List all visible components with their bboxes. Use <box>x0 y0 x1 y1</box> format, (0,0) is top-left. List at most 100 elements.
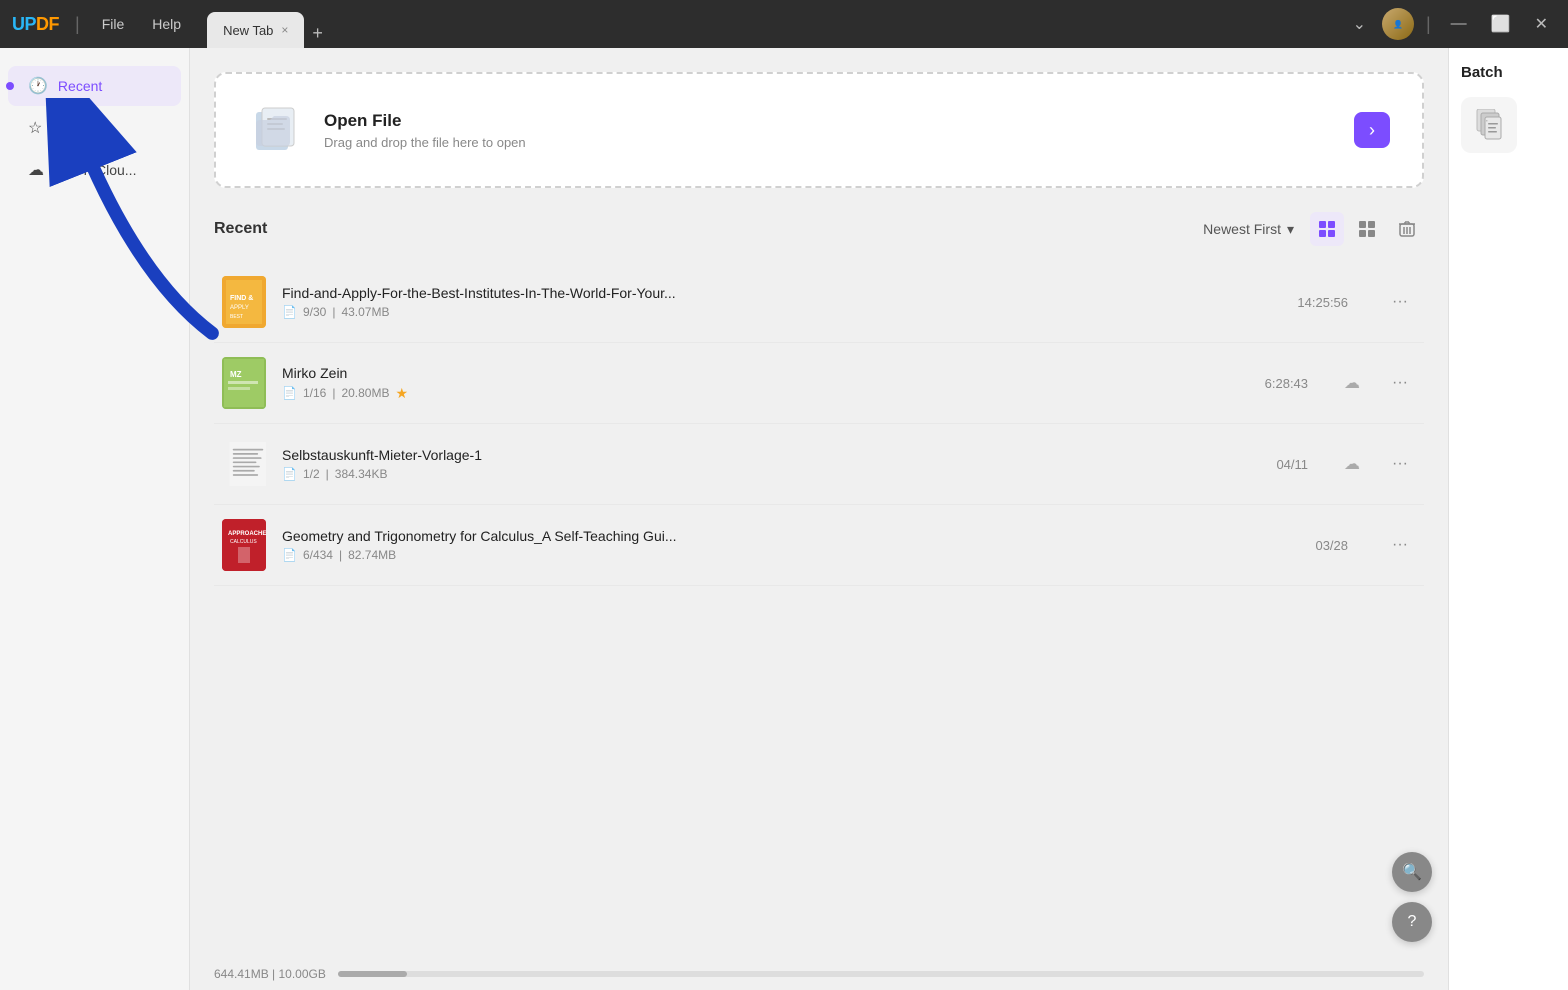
cloud-upload-icon-3: ☁ <box>1344 454 1360 474</box>
file-name-3: Selbstauskunft-Mieter-Vorlage-1 <box>282 447 1260 463</box>
menu-file[interactable]: File <box>92 12 135 36</box>
tab-close-btn[interactable]: × <box>281 23 288 37</box>
file-thumb-3 <box>222 438 266 490</box>
batch-panel: Batch <box>1448 48 1568 990</box>
recent-icon: 🕐 <box>28 76 48 96</box>
title-sep: | <box>75 14 80 35</box>
thumb-img-4: APPROACHES CALCULUS <box>222 519 266 571</box>
sort-button[interactable]: Newest First ▾ <box>1203 221 1294 238</box>
search-float-btn[interactable]: 🔍 <box>1392 852 1432 892</box>
close-btn[interactable]: ✕ <box>1527 10 1556 38</box>
app-logo: UPDF <box>12 14 59 35</box>
avatar[interactable]: 👤 <box>1382 8 1414 40</box>
more-btn-4[interactable]: ··· <box>1384 532 1416 558</box>
file-pages-1: 9/30 <box>303 305 326 319</box>
view-grid-small-btn[interactable] <box>1310 212 1344 246</box>
open-file-subtitle: Drag and drop the file here to open <box>324 135 526 150</box>
file-info-3: Selbstauskunft-Mieter-Vorlage-1 📄 1/2 | … <box>282 447 1260 481</box>
file-size-4: 82.74MB <box>348 548 396 562</box>
batch-title: Batch <box>1461 64 1556 81</box>
file-list: FIND & APPLY BEST Find-and-Apply-For-the… <box>214 262 1424 586</box>
file-icon-wrapper <box>248 102 304 158</box>
delete-btn[interactable] <box>1390 212 1424 246</box>
file-item[interactable]: MZ Mirko Zein 📄 1/16 | 20.80MB ★ 6: <box>214 343 1424 424</box>
grid-large-icon <box>1358 220 1376 238</box>
file-item[interactable]: APPROACHES CALCULUS Geometry and Trigono… <box>214 505 1424 586</box>
recent-header: Recent Newest First ▾ <box>214 212 1424 246</box>
dropdown-btn[interactable]: ⌄ <box>1345 10 1374 38</box>
tab-label: New Tab <box>223 23 273 38</box>
sort-arrow-icon: ▾ <box>1287 221 1294 238</box>
open-file-arrow-btn[interactable]: › <box>1354 112 1390 148</box>
more-btn-2[interactable]: ··· <box>1384 370 1416 396</box>
maximize-btn[interactable]: ⬜ <box>1483 10 1519 38</box>
thumb-img-1: FIND & APPLY BEST <box>222 276 266 328</box>
storage-text: 644.41MB | 10.00GB <box>214 967 326 981</box>
file-open-icon <box>248 102 304 158</box>
file-name-4: Geometry and Trigonometry for Calculus_A… <box>282 528 1299 544</box>
storage-progress-fill <box>338 971 408 977</box>
cloud-icon: ☁ <box>28 160 44 180</box>
recent-controls: Newest First ▾ <box>1203 212 1424 246</box>
file-size-2: 20.80MB <box>341 386 389 400</box>
open-file-title: Open File <box>324 111 526 131</box>
view-grid-large-btn[interactable] <box>1350 212 1384 246</box>
new-tab-button[interactable]: + <box>304 19 331 48</box>
thumb-img-3 <box>226 442 266 486</box>
svg-text:APPROACHES: APPROACHES <box>228 531 266 537</box>
sidebar-item-starred-label: Starred <box>52 120 98 136</box>
file-date-2: 6:28:43 <box>1265 376 1308 391</box>
main-container: 🕐 Recent ☆ Starred ☁ UPDF Clou... <box>0 48 1568 990</box>
active-dot <box>6 82 14 90</box>
file-info-2: Mirko Zein 📄 1/16 | 20.80MB ★ <box>282 365 1249 402</box>
file-thumb-4: APPROACHES CALCULUS <box>222 519 266 571</box>
starred-icon: ☆ <box>28 118 42 138</box>
content-area: Open File Drag and drop the file here to… <box>190 48 1448 990</box>
open-file-box[interactable]: Open File Drag and drop the file here to… <box>214 72 1424 188</box>
file-pages-2: 1/16 <box>303 386 326 400</box>
sidebar-item-recent[interactable]: 🕐 Recent <box>8 66 181 106</box>
batch-icon-btn[interactable] <box>1461 97 1517 153</box>
tab-new[interactable]: New Tab × <box>207 12 304 48</box>
file-pages-4: 6/434 <box>303 548 333 562</box>
sidebar-item-cloud[interactable]: ☁ UPDF Clou... <box>8 150 181 190</box>
open-file-text: Open File Drag and drop the file here to… <box>324 111 526 150</box>
file-pages-3: 1/2 <box>303 467 320 481</box>
page-icon-4: 📄 <box>282 548 297 562</box>
menu-help[interactable]: Help <box>142 12 191 36</box>
file-meta-3: 📄 1/2 | 384.34KB <box>282 467 1260 481</box>
cloud-upload-icon-2: ☁ <box>1344 373 1360 393</box>
file-thumb-1: FIND & APPLY BEST <box>222 276 266 328</box>
svg-text:MZ: MZ <box>230 370 242 379</box>
trash-icon <box>1399 220 1415 238</box>
sidebar-item-recent-container: 🕐 Recent <box>0 66 189 106</box>
file-meta-2: 📄 1/16 | 20.80MB ★ <box>282 385 1249 402</box>
file-date-1: 14:25:56 <box>1297 295 1348 310</box>
sidebar-item-starred[interactable]: ☆ Starred <box>8 108 181 148</box>
more-btn-3[interactable]: ··· <box>1384 451 1416 477</box>
storage-progress-bar <box>338 971 1424 977</box>
sidebar-item-cloud-label: UPDF Clou... <box>54 162 136 178</box>
sidebar: 🕐 Recent ☆ Starred ☁ UPDF Clou... <box>0 48 190 990</box>
tabs-area: New Tab × + <box>207 0 331 48</box>
file-name-2: Mirko Zein <box>282 365 1249 381</box>
file-thumb-2: MZ <box>222 357 266 409</box>
help-float-btn[interactable]: ? <box>1392 902 1432 942</box>
file-meta-4: 📄 6/434 | 82.74MB <box>282 548 1299 562</box>
bottom-bar: 644.41MB | 10.00GB <box>190 958 1448 990</box>
grid-small-icon <box>1318 220 1336 238</box>
minimize-btn[interactable]: — <box>1443 11 1475 37</box>
file-info-1: Find-and-Apply-For-the-Best-Institutes-I… <box>282 285 1281 319</box>
title-bar: UPDF | File Help New Tab × + ⌄ 👤 | — ⬜ ✕ <box>0 0 1568 48</box>
help-float-icon: ? <box>1408 913 1417 931</box>
svg-text:CALCULUS: CALCULUS <box>230 539 257 545</box>
sidebar-item-recent-label: Recent <box>58 78 102 94</box>
more-btn-1[interactable]: ··· <box>1384 289 1416 315</box>
file-meta-1: 📄 9/30 | 43.07MB <box>282 305 1281 319</box>
arrow-right-icon: › <box>1369 120 1375 141</box>
svg-text:APPLY: APPLY <box>230 305 249 311</box>
batch-document-icon <box>1475 109 1503 141</box>
file-item[interactable]: Selbstauskunft-Mieter-Vorlage-1 📄 1/2 | … <box>214 424 1424 505</box>
page-icon-2: 📄 <box>282 386 297 400</box>
file-item[interactable]: FIND & APPLY BEST Find-and-Apply-For-the… <box>214 262 1424 343</box>
